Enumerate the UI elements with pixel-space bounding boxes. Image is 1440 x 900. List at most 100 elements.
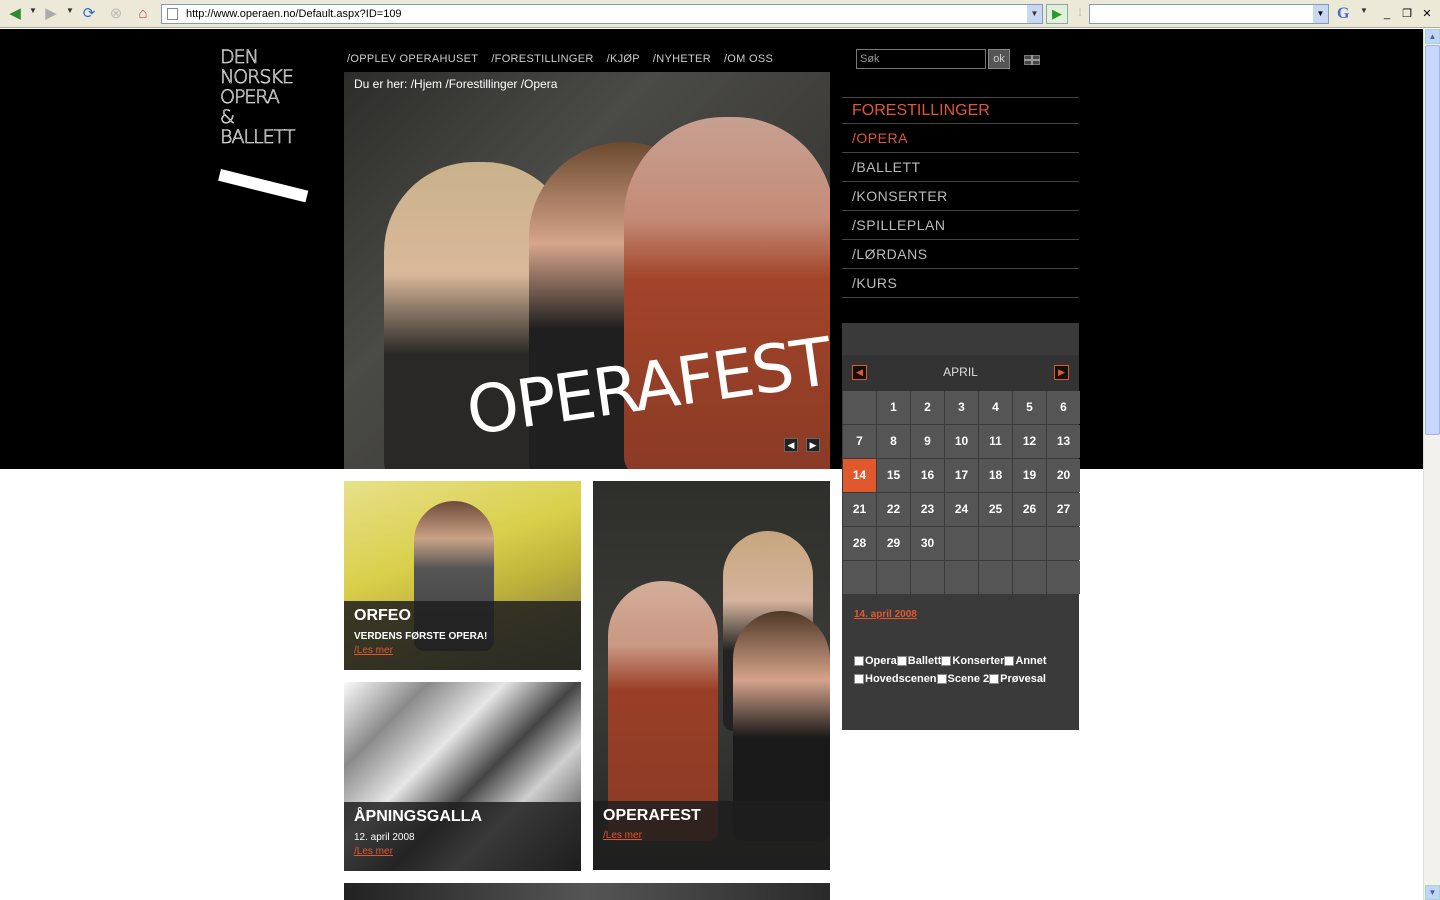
read-more-link[interactable]: /Les mer xyxy=(354,645,393,656)
calendar-day[interactable]: 11 xyxy=(979,425,1012,458)
calendar-day[interactable]: 30 xyxy=(911,527,944,560)
sidenav-title[interactable]: FORESTILLINGER xyxy=(842,97,1079,124)
calendar-selected-date[interactable]: 14. april 2008 xyxy=(854,609,917,620)
site-logo[interactable]: DEN NORSKE OPERA & BALLETT xyxy=(220,47,296,148)
calendar-day[interactable]: 28 xyxy=(843,527,876,560)
scroll-down-icon[interactable]: ▼ xyxy=(1425,885,1440,900)
calendar-day[interactable]: 24 xyxy=(945,493,978,526)
calendar-day[interactable]: 16 xyxy=(911,459,944,492)
filter-checkbox[interactable] xyxy=(854,656,864,666)
calendar-day[interactable]: 10 xyxy=(945,425,978,458)
vertical-scrollbar[interactable]: ▲ ▼ xyxy=(1423,29,1440,900)
calendar-day[interactable]: 17 xyxy=(945,459,978,492)
search-engine-icon[interactable]: G xyxy=(1337,5,1349,23)
calendar-day[interactable]: 7 xyxy=(843,425,876,458)
back-dropdown-icon[interactable]: ▼ xyxy=(29,6,37,15)
calendar-day[interactable]: 26 xyxy=(1013,493,1046,526)
filter-checkbox[interactable] xyxy=(989,674,1000,684)
read-more-link[interactable]: /Les mer xyxy=(354,846,393,857)
scroll-up-icon[interactable]: ▲ xyxy=(1425,29,1440,44)
calendar-day[interactable]: 8 xyxy=(877,425,910,458)
back-icon[interactable]: ◀ xyxy=(6,5,24,23)
search-ok-button[interactable]: ok xyxy=(988,49,1010,69)
scroll-thumb[interactable] xyxy=(1425,45,1440,435)
forward-dropdown-icon[interactable]: ▼ xyxy=(66,6,74,15)
filter-label: Opera xyxy=(865,655,897,667)
tile-operafest[interactable]: OPERAFEST /Les mer xyxy=(593,481,830,870)
filter-option[interactable]: Konserter xyxy=(941,653,1004,669)
address-bar[interactable]: http://www.operaen.no/Default.aspx?ID=10… xyxy=(161,4,1043,24)
sidenav-item-kurs[interactable]: /KURS xyxy=(842,269,1079,298)
minimize-icon[interactable]: _ xyxy=(1379,6,1395,22)
calendar-day[interactable]: 14 xyxy=(843,459,876,492)
calendar-day[interactable]: 5 xyxy=(1013,391,1046,424)
calendar-day[interactable]: 18 xyxy=(979,459,1012,492)
search-engine-box[interactable]: ▼ xyxy=(1089,4,1329,24)
calendar-day[interactable]: 22 xyxy=(877,493,910,526)
sidenav-item-lordans[interactable]: /LØRDANS xyxy=(842,240,1079,269)
restore-icon[interactable]: ❐ xyxy=(1399,6,1415,22)
topnav-opplev[interactable]: /OPPLEV OPERAHUSET xyxy=(347,53,478,65)
sidenav-item-opera[interactable]: /OPERA xyxy=(842,124,1079,153)
filter-option[interactable]: Prøvesal xyxy=(989,671,1046,687)
calendar-day[interactable]: 29 xyxy=(877,527,910,560)
topnav-om-oss[interactable]: /OM OSS xyxy=(724,53,773,65)
calendar-day[interactable]: 13 xyxy=(1047,425,1080,458)
tile-apningsgalla[interactable]: ÅPNINGSGALLA 12. april 2008 /Les mer xyxy=(344,682,581,871)
english-flag-icon[interactable] xyxy=(1024,55,1040,65)
calendar-day[interactable]: 19 xyxy=(1013,459,1046,492)
address-dropdown-icon[interactable]: ▼ xyxy=(1027,5,1042,23)
calendar-empty-cell xyxy=(1047,561,1080,594)
filter-option[interactable]: Ballett xyxy=(896,653,941,669)
hero-banner[interactable]: Du er her: /Hjem /Forestillinger /Opera … xyxy=(344,72,830,469)
refresh-icon[interactable]: ⟳ xyxy=(80,5,98,23)
forward-icon[interactable]: ▶ xyxy=(42,5,60,23)
calendar-day[interactable]: 1 xyxy=(877,391,910,424)
topnav-kjop[interactable]: /KJØP xyxy=(607,53,640,65)
calendar-day[interactable]: 15 xyxy=(877,459,910,492)
sidenav-item-spilleplan[interactable]: /SPILLEPLAN xyxy=(842,211,1079,240)
close-icon[interactable]: ✕ xyxy=(1419,6,1435,22)
filter-checkbox[interactable] xyxy=(854,674,864,684)
calendar-day[interactable]: 3 xyxy=(945,391,978,424)
calendar-month: APRIL xyxy=(943,365,978,379)
calendar-day[interactable]: 20 xyxy=(1047,459,1080,492)
site-search-input[interactable]: Søk xyxy=(856,49,986,69)
filter-option[interactable]: Opera xyxy=(854,653,897,669)
stop-icon[interactable]: ⊗ xyxy=(107,5,125,23)
filter-checkbox[interactable] xyxy=(896,656,907,666)
filter-label: Annet xyxy=(1015,655,1047,667)
calendar-day[interactable]: 27 xyxy=(1047,493,1080,526)
filter-option[interactable]: Scene 2 xyxy=(936,671,989,687)
tile-title: OPERAFEST xyxy=(603,807,701,824)
calendar-day[interactable]: 2 xyxy=(911,391,944,424)
calendar-day[interactable]: 25 xyxy=(979,493,1012,526)
tile-orfeo[interactable]: ORFEO VERDENS FØRSTE OPERA! /Les mer xyxy=(344,481,581,670)
filter-option[interactable]: Annet xyxy=(1004,653,1047,669)
hero-prev-icon[interactable]: ◀ xyxy=(784,438,798,452)
hero-next-icon[interactable]: ▶ xyxy=(806,438,820,452)
calendar-day[interactable]: 23 xyxy=(911,493,944,526)
sidenav-item-ballett[interactable]: /BALLETT xyxy=(842,153,1079,182)
go-button[interactable]: ▶ xyxy=(1046,4,1068,24)
calendar-day[interactable]: 21 xyxy=(843,493,876,526)
filter-option[interactable]: Hovedscenen xyxy=(854,671,937,687)
home-icon[interactable]: ⌂ xyxy=(134,5,152,23)
filter-checkbox[interactable] xyxy=(941,656,952,666)
sidenav-item-konserter[interactable]: /KONSERTER xyxy=(842,182,1079,211)
filter-checkbox[interactable] xyxy=(1004,656,1015,666)
calendar-day[interactable]: 6 xyxy=(1047,391,1080,424)
search-dropdown-icon[interactable]: ▼ xyxy=(1313,5,1328,23)
read-more-link[interactable]: /Les mer xyxy=(603,830,642,841)
search-engine-dropdown-icon[interactable]: ▼ xyxy=(1360,6,1368,15)
calendar-day[interactable]: 4 xyxy=(979,391,1012,424)
topnav-forestillinger[interactable]: /FORESTILLINGER xyxy=(491,53,593,65)
calendar-day[interactable]: 9 xyxy=(911,425,944,458)
toolbar-grip-icon: ⁞ xyxy=(1078,8,1082,19)
filter-checkbox[interactable] xyxy=(936,674,947,684)
tile-partial[interactable] xyxy=(344,883,830,900)
calendar-day[interactable]: 12 xyxy=(1013,425,1046,458)
calendar-next-icon[interactable]: ▶ xyxy=(1054,365,1069,380)
tile-caption: OPERAFEST /Les mer xyxy=(593,801,830,870)
topnav-nyheter[interactable]: /NYHETER xyxy=(653,53,711,65)
